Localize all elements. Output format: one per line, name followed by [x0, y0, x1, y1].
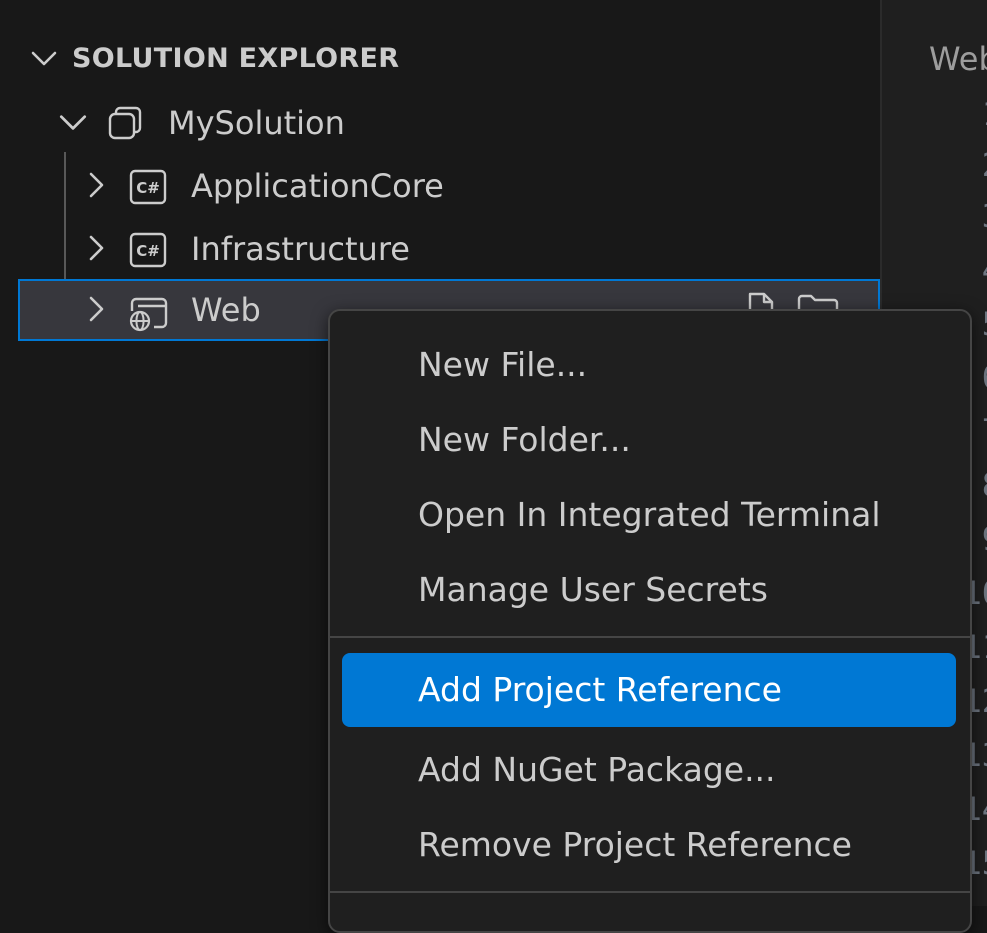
svg-text:C#: C# — [136, 242, 160, 260]
menu-item-label: New File... — [418, 345, 588, 384]
line-number: 4 — [982, 251, 987, 289]
editor-tab-title[interactable]: Web — [929, 40, 987, 78]
menu-item-label: Remove Project Reference — [418, 825, 852, 864]
chevron-right-icon — [89, 235, 104, 261]
menu-item-new-file[interactable]: New File... — [342, 328, 956, 402]
menu-item-remove-project-reference[interactable]: Remove Project Reference — [342, 808, 956, 882]
csharp-project-icon: C# — [129, 169, 167, 205]
project-label: ApplicationCore — [191, 167, 444, 205]
menu-item-add-project-reference[interactable]: Add Project Reference — [342, 653, 956, 727]
menu-item-open-terminal[interactable]: Open In Integrated Terminal — [342, 478, 956, 552]
chevron-down-icon — [31, 51, 57, 66]
tree-item-project-infrastructure[interactable]: C# Infrastructure — [0, 218, 880, 280]
line-number: 7 — [982, 412, 987, 450]
line-number: 8 — [982, 466, 987, 504]
menu-separator — [330, 891, 970, 893]
tree-item-project-applicationcore[interactable]: C# ApplicationCore — [0, 155, 880, 217]
context-menu: New File... New Folder... Open In Integr… — [328, 309, 972, 933]
solution-explorer-header[interactable]: SOLUTION EXPLORER — [28, 36, 399, 80]
project-label: Infrastructure — [191, 230, 410, 268]
menu-separator — [330, 636, 970, 638]
menu-item-label: Add Project Reference — [418, 670, 782, 709]
line-number: 2 — [982, 146, 987, 184]
menu-item-label: New Folder... — [418, 420, 631, 459]
line-number: 6 — [982, 358, 987, 396]
menu-item-label: Add NuGet Package... — [418, 750, 776, 789]
chevron-right-icon — [89, 172, 104, 198]
section-title: SOLUTION EXPLORER — [72, 42, 400, 74]
svg-text:C#: C# — [136, 179, 160, 197]
solution-label: MySolution — [168, 104, 345, 142]
chevron-down-icon — [59, 115, 87, 130]
project-label: Web — [191, 291, 261, 329]
line-number: 9 — [982, 520, 987, 558]
menu-item-manage-user-secrets[interactable]: Manage User Secrets — [342, 553, 956, 627]
menu-item-add-nuget-package[interactable]: Add NuGet Package... — [342, 733, 956, 807]
menu-item-label: Manage User Secrets — [418, 570, 768, 609]
menu-item-new-folder[interactable]: New Folder... — [342, 403, 956, 477]
csharp-project-icon: C# — [129, 232, 167, 268]
chevron-right-icon — [89, 296, 104, 322]
menu-item-label: Open In Integrated Terminal — [418, 495, 881, 534]
tree-item-solution[interactable]: MySolution — [0, 92, 880, 154]
solution-icon — [108, 106, 142, 140]
web-project-icon — [129, 297, 168, 332]
line-number: 5 — [982, 305, 987, 343]
line-number: 3 — [982, 197, 987, 235]
line-number: 1 — [982, 95, 987, 133]
